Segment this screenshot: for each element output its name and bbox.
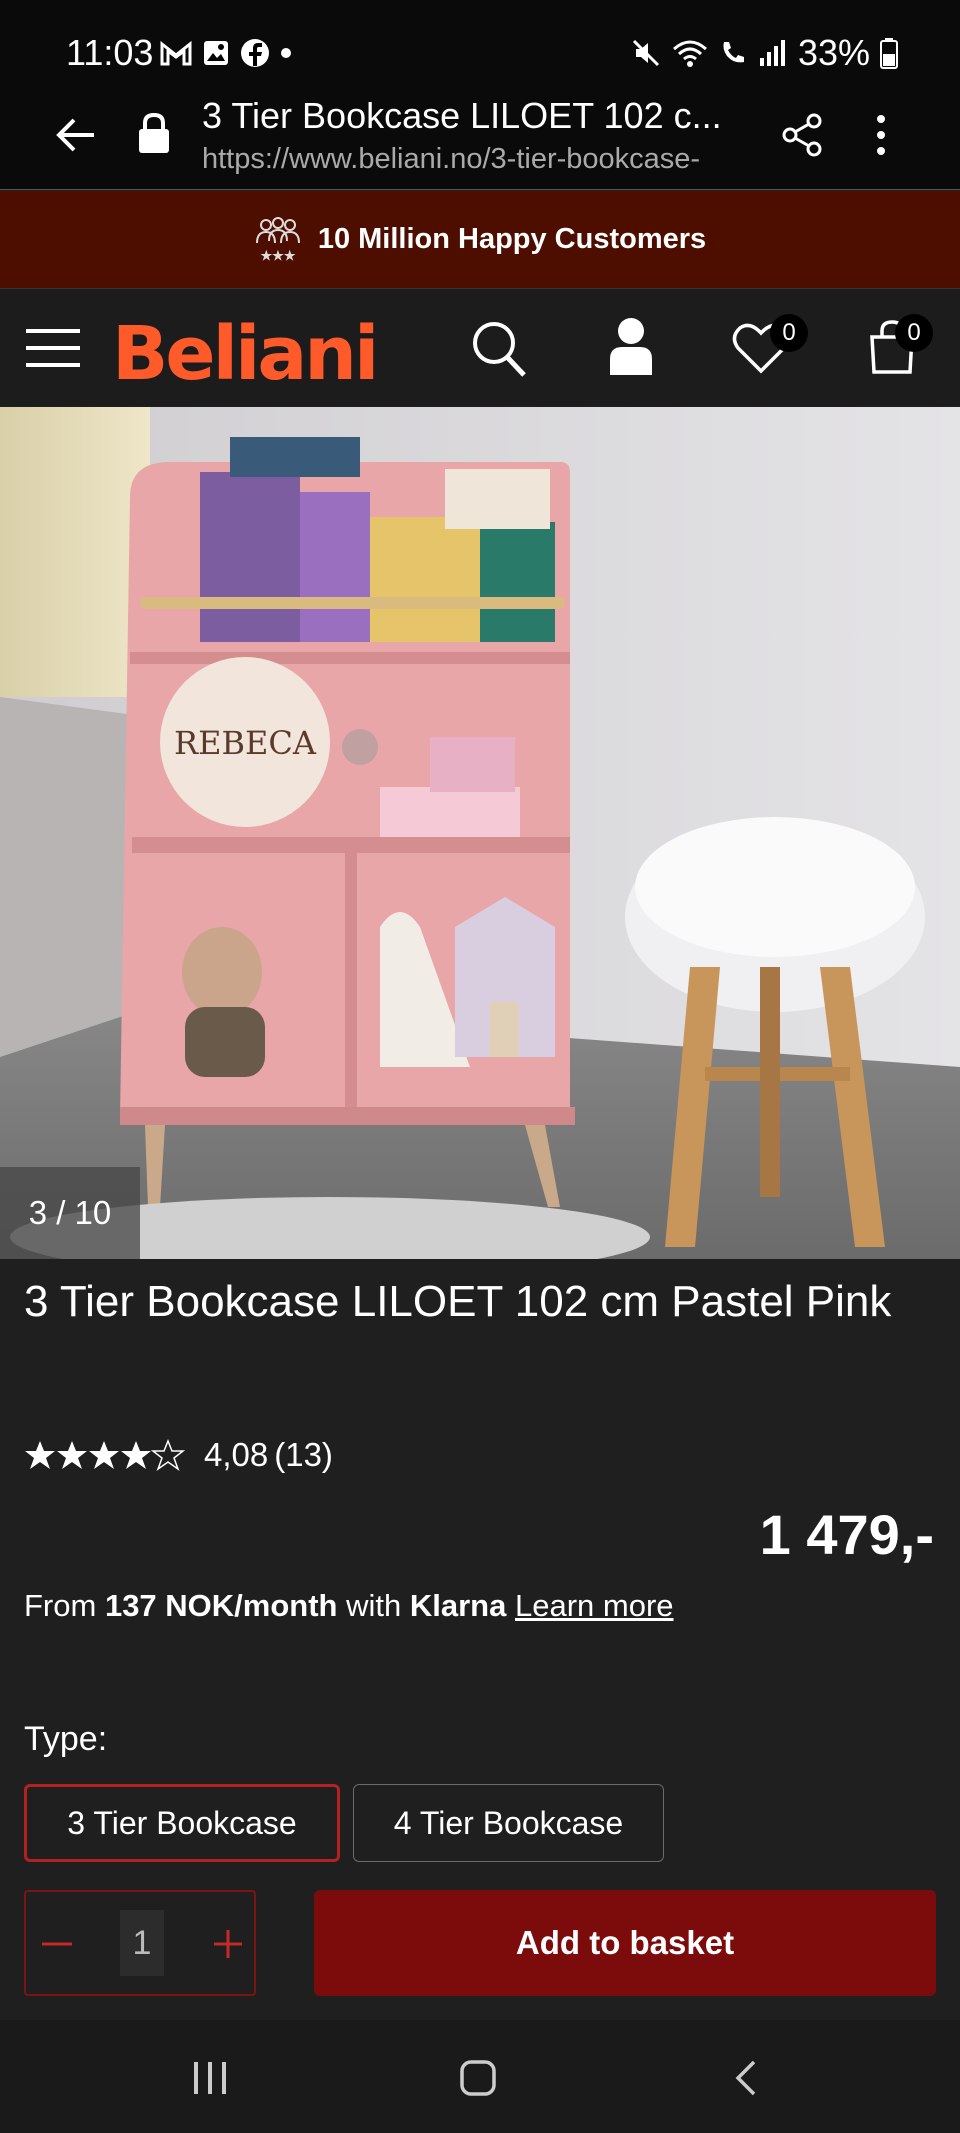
klarna-brand: Klarna [409,1588,507,1623]
quantity-stepper: 1 [24,1890,256,1996]
klarna-with-text: with [346,1588,402,1623]
product-price: 1 479,- [759,1503,934,1566]
back-arrow-icon[interactable] [54,115,98,155]
gallery-icon [204,41,228,65]
account-icon[interactable] [608,317,654,377]
back-nav-icon[interactable] [730,2058,760,2098]
battery-percent: 33% [797,32,870,73]
decrease-quantity-button[interactable] [40,1932,74,1956]
share-icon[interactable] [780,113,824,157]
facebook-icon [241,39,269,67]
system-icons: 33% [630,32,898,74]
increase-quantity-button[interactable] [212,1928,244,1960]
svg-text:★★★: ★★★ [260,248,295,263]
product-image-gallery[interactable]: REBECA 3 / 10 [0,407,960,1259]
product-rating[interactable]: 4,08 (13) [24,1436,333,1474]
notification-icons [160,38,292,68]
klarna-amount: 137 NOK/month [104,1588,338,1623]
klarna-financing: From 137 NOK/month with Klarna Learn mor… [24,1588,674,1624]
wishlist-count-badge: 0 [770,314,808,352]
promo-banner: ★★★ 10 Million Happy Customers [0,191,960,288]
svg-text:REBECA: REBECA [174,724,317,762]
status-bar: 11:03 33% [0,0,960,95]
call-icon [723,42,744,63]
search-icon[interactable] [470,319,528,379]
rating-value: 4,08 [204,1436,269,1473]
mute-icon [632,39,659,67]
happy-customers-icon: ★★★ [255,216,300,263]
product-title: 3 Tier Bookcase LILOET 102 cm Pastel Pin… [24,1277,892,1326]
signal-icon [759,40,785,66]
option-3-tier-bookcase[interactable]: 3 Tier Bookcase [24,1784,340,1862]
more-menu-icon[interactable] [874,113,888,157]
home-icon[interactable] [458,2058,498,2098]
type-label: Type: [24,1720,108,1758]
hamburger-menu-icon[interactable] [26,327,80,369]
page-title[interactable]: 3 Tier Bookcase LILOET 102 c... [202,95,722,137]
gmail-icon [160,40,192,66]
lock-icon[interactable] [136,111,172,155]
option-4-tier-bookcase[interactable]: 4 Tier Bookcase [353,1784,664,1862]
quantity-value[interactable]: 1 [120,1910,164,1976]
system-navigation-bar [0,2020,960,2133]
klarna-from-text: From [24,1588,97,1623]
image-counter: 3 / 10 [0,1167,140,1259]
wifi-icon [672,40,707,67]
battery-icon [880,38,898,69]
rating-count: (13) [274,1436,333,1473]
recent-apps-icon[interactable] [190,2058,230,2098]
beliani-logo[interactable]: Beliani [112,311,379,397]
cart-count-badge: 0 [895,314,933,352]
url-text[interactable]: https://www.beliani.no/3-tier-bookcase- [202,143,700,176]
add-to-basket-button[interactable]: Add to basket [314,1890,936,1996]
site-header: Beliani 0 0 [0,288,960,406]
promo-text: 10 Million Happy Customers [317,223,707,255]
klarna-learn-more-link[interactable]: Learn more [515,1588,674,1623]
product-photo[interactable]: REBECA [0,407,960,1259]
dot-icon [281,48,291,58]
browser-toolbar: 3 Tier Bookcase LILOET 102 c... https://… [0,95,960,190]
clock: 11:03 [66,32,154,73]
rating-stars-icon [25,1439,186,1471]
